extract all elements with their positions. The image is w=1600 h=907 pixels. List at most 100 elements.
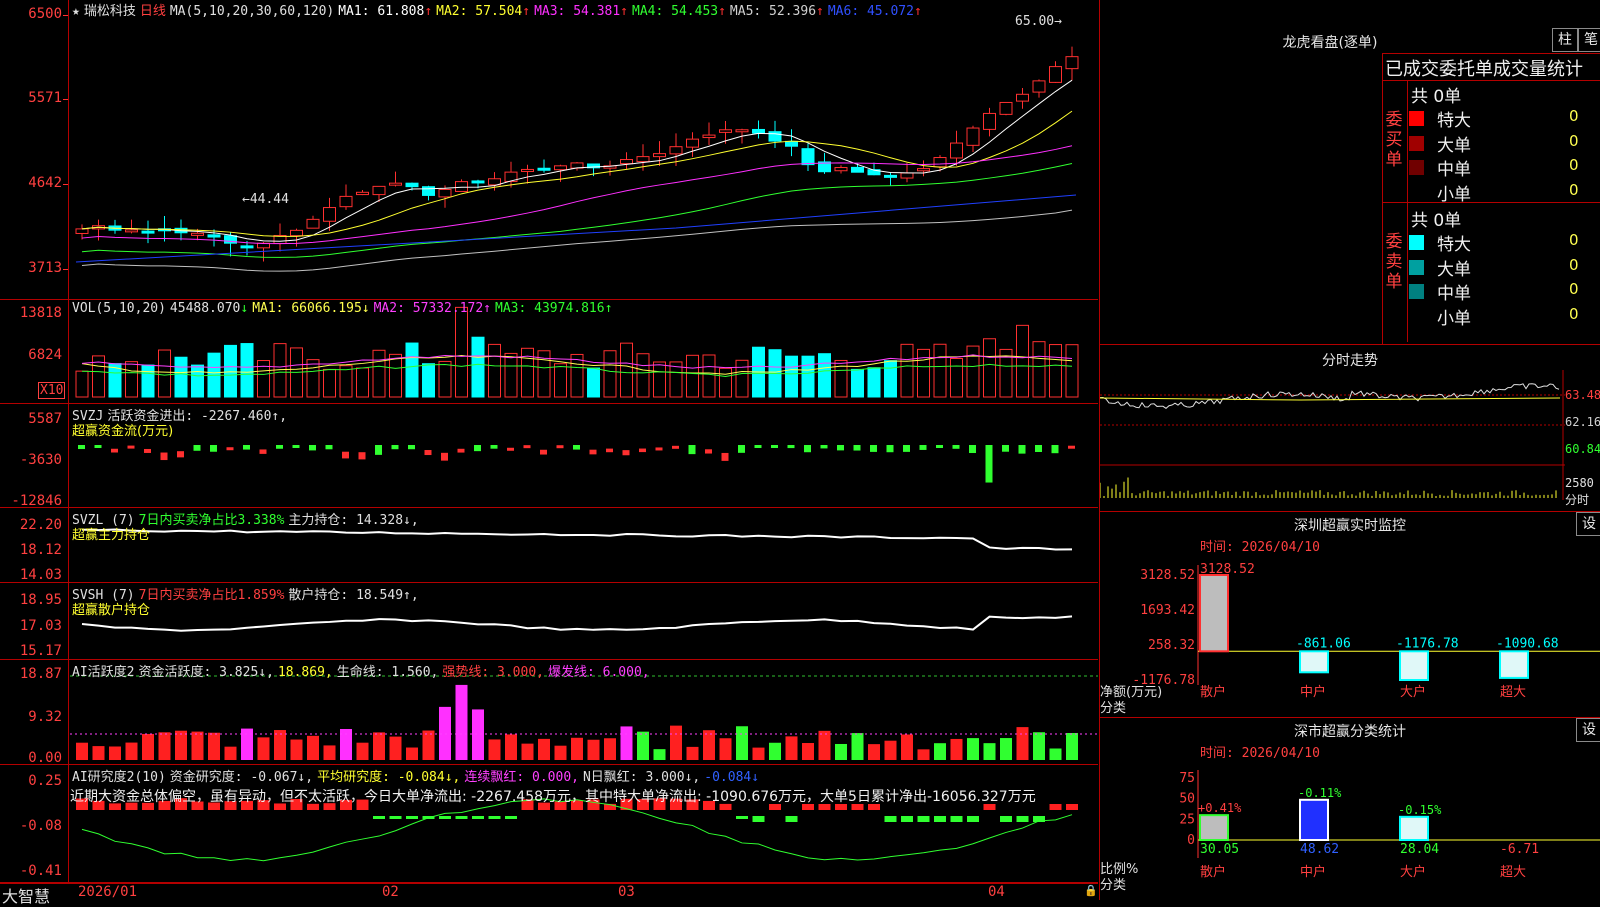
activity-bar: [950, 738, 963, 760]
activity-bar: [851, 733, 864, 760]
order-color-swatch: [1409, 185, 1424, 200]
svzj-sub: 超赢资金流(万元): [72, 424, 174, 439]
flow-bar: [408, 445, 415, 450]
flow-bar: [309, 445, 316, 451]
minute-chart[interactable]: [1100, 370, 1600, 510]
volume-bar: [405, 342, 419, 398]
price-header: ★ 瑞松科技 日线 MA(5,10,20,30,60,120) MA1: 61.808↑…: [72, 0, 930, 19]
star-icon[interactable]: ★: [72, 4, 80, 19]
sz-bar: [1399, 650, 1429, 681]
volume-bar: [554, 363, 567, 398]
svzj-subheader: 超赢资金流(万元): [72, 420, 177, 439]
volume-bar: [75, 370, 89, 398]
flow-bar: [820, 445, 828, 449]
sz-bar: [1199, 574, 1229, 653]
volume-bars: [75, 306, 1079, 398]
volume-bar: [504, 352, 518, 398]
candle-body: [752, 128, 765, 134]
sc-change-label: -0.11%: [1298, 786, 1342, 800]
activity-bar: [472, 709, 484, 760]
flow-bar: [193, 445, 201, 451]
order-stats-box: 已成交委托单成交量统计 委买单 委卖单 共 0单 特大00%大单00%中单00%…: [1382, 53, 1600, 344]
flow-bar: [771, 445, 778, 448]
order-color-swatch: [1409, 235, 1424, 250]
bar-view-button[interactable]: 柱: [1552, 28, 1578, 52]
svsh-sub: 超赢散户持仓: [72, 603, 151, 618]
sc-settings-button[interactable]: 设: [1576, 718, 1600, 742]
date-label: 03: [618, 884, 635, 900]
volume-bar: [125, 361, 138, 398]
activity-bar: [752, 747, 765, 760]
volume-bar: [917, 348, 930, 398]
sc-bar: [1199, 814, 1229, 841]
activity-bar: [1033, 732, 1045, 760]
candle-body: [141, 230, 155, 234]
activity-bar: [587, 739, 600, 760]
sz-bar-value: -861.06: [1296, 636, 1351, 651]
sz-settings-button[interactable]: 设: [1576, 512, 1600, 536]
ma-line: [75, 194, 1077, 263]
flow-bar: [573, 445, 580, 450]
flow-bar: [1068, 445, 1075, 449]
candle-body: [372, 185, 386, 196]
activity-bar: [439, 706, 451, 760]
ai1-burst: 爆发线: 6.000,: [547, 665, 650, 680]
period-label[interactable]: 日线: [140, 4, 166, 19]
flow-bar: [1035, 445, 1042, 452]
ma-label: MA(5,10,20,30,60,120): [169, 4, 335, 19]
volume-bar: [323, 368, 336, 398]
flow-bar: [1002, 445, 1009, 452]
volume-bar: [455, 306, 468, 398]
sz-bar: [1499, 650, 1529, 679]
volume-bar: [867, 367, 881, 398]
volume-bar: [983, 338, 996, 398]
activity-bar: [125, 742, 138, 760]
sz-axis-tick: 3128.52: [1140, 568, 1195, 583]
ma-arrow: ↑: [620, 4, 628, 19]
ma-arrow: ↑: [522, 4, 531, 19]
activity-bar: [323, 745, 336, 760]
candle-body: [75, 228, 89, 234]
flow-bar: [391, 445, 399, 450]
ai2-avg: 平均研究度: -0.084↓,: [317, 770, 461, 785]
activity-bar: [109, 746, 121, 760]
activity-bar: [802, 743, 814, 760]
volume-bar: [735, 359, 749, 398]
svzl-text2: 主力持仓: 14.328↓,: [288, 513, 419, 528]
svsh-text1: 7日内买卖净占比1.859%: [138, 588, 285, 603]
candle-body: [339, 195, 353, 208]
volume-bar: [933, 343, 947, 398]
candle-body: [834, 167, 848, 172]
flow-bar: [754, 445, 762, 448]
order-label: 大单: [1437, 259, 1471, 280]
ma-arrow: ↑: [913, 4, 922, 19]
sc-change-label: +0.41%: [1198, 801, 1242, 815]
flow-bar: [457, 448, 465, 453]
volume-bar: [719, 367, 732, 398]
low-marker: ←44.44: [242, 192, 289, 207]
flow-bar: [177, 451, 184, 458]
flow-bar: [1018, 445, 1026, 454]
sc-bar-chart[interactable]: 75 50 25 0 +0.41% 30.05 散户 -0.11% 48.62 中户 -0.15% 2…: [1100, 758, 1600, 900]
flow-bar: [144, 448, 151, 453]
vol-arrow: ↓: [240, 301, 249, 316]
chart-canvas[interactable]: 65.00→ ←44.44: [70, 0, 1098, 882]
volume-bar: [389, 353, 402, 398]
sz-bar-chart[interactable]: 3128.52 1693.42 258.32 -1176.78 3128.52 散户 -86…: [1100, 555, 1600, 715]
order-color-swatch: [1409, 160, 1424, 175]
svzl-sub: 超赢主力持仓: [72, 528, 151, 543]
volume-bar: [191, 364, 204, 398]
activity-bar: [818, 730, 831, 760]
volume-bar: [851, 368, 864, 398]
volume-bar: [240, 343, 254, 398]
flow-bar: [622, 450, 630, 456]
volume-bar: [603, 350, 617, 398]
tick-view-button[interactable]: 笔: [1578, 28, 1600, 52]
candle-body: [1065, 56, 1079, 70]
flow-bar: [160, 452, 168, 461]
flow-bar: [919, 445, 927, 450]
volume-bar: [306, 359, 320, 398]
lock-icon[interactable]: 🔒: [1084, 884, 1098, 897]
ma-value-3: MA3: 54.381: [534, 4, 621, 19]
flow-bar: [127, 445, 135, 449]
